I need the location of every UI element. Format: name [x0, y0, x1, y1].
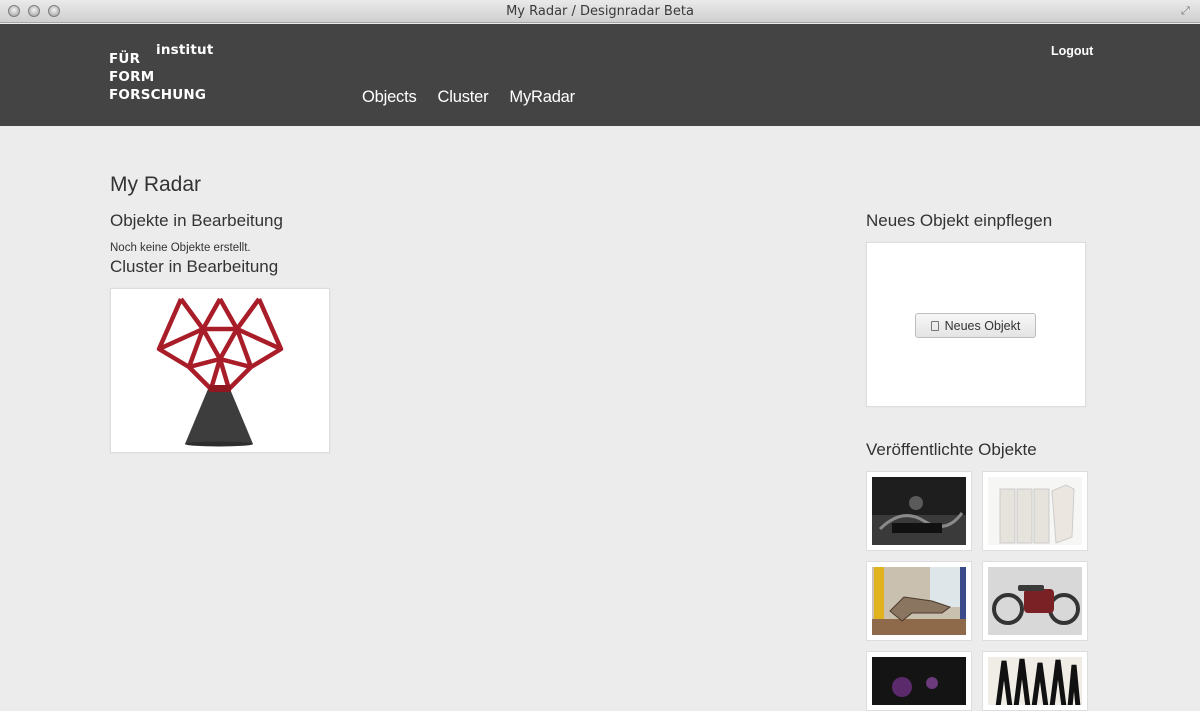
thumb-image: [872, 567, 966, 635]
new-object-heading: Neues Objekt einpflegen: [866, 211, 1053, 230]
new-object-button[interactable]: Neues Objekt: [915, 313, 1036, 338]
thumb-image: [988, 567, 1082, 635]
published-object-thumb[interactable]: [866, 561, 972, 641]
logo-line: institut: [156, 42, 214, 58]
nav-cluster[interactable]: Cluster: [438, 88, 489, 107]
chair-image: [111, 289, 329, 452]
logo-line: FÜR: [109, 51, 141, 67]
thumb-image: [872, 657, 966, 705]
objects-heading: Objekte in Bearbeitung: [110, 211, 283, 230]
thumb-image: [872, 477, 966, 545]
published-object-thumb[interactable]: [866, 471, 972, 551]
main-nav: Objects Cluster MyRadar: [362, 88, 575, 107]
cluster-heading: Cluster in Bearbeitung: [110, 257, 279, 276]
objects-empty-text: Noch keine Objekte erstellt.: [110, 242, 251, 254]
new-object-card: Neues Objekt: [866, 242, 1086, 407]
logout-link[interactable]: Logout: [1051, 44, 1093, 58]
thumb-image: [988, 657, 1082, 705]
thumb-image: [988, 477, 1082, 545]
published-object-thumb[interactable]: [982, 651, 1088, 711]
published-heading: Veröffentlichte Objekte: [866, 440, 1037, 459]
nav-myradar[interactable]: MyRadar: [509, 88, 575, 107]
fullscreen-icon[interactable]: ⤢: [1181, 5, 1193, 17]
site-header: institut FÜR FORM FORSCHUNG Objects Clus…: [0, 24, 1200, 126]
logo-line: FORM: [109, 69, 155, 85]
window-title: My Radar / Designradar Beta: [506, 4, 694, 19]
page-title: My Radar: [110, 173, 202, 196]
published-object-thumb[interactable]: [982, 471, 1088, 551]
published-object-thumb[interactable]: [982, 561, 1088, 641]
new-object-button-label: Neues Objekt: [944, 318, 1021, 333]
logo-line: FORSCHUNG: [109, 87, 207, 103]
document-icon: [930, 320, 939, 331]
published-object-thumb[interactable]: [866, 651, 972, 711]
window-titlebar: My Radar / Designradar Beta ⤢: [0, 0, 1200, 23]
nav-objects[interactable]: Objects: [362, 88, 417, 107]
cluster-card[interactable]: [110, 288, 330, 453]
